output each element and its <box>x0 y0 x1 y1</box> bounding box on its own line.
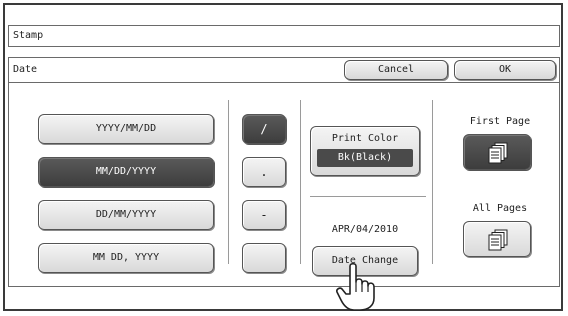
cancel-button[interactable]: Cancel <box>344 60 448 80</box>
format-dd-mm-yyyy-button[interactable]: DD/MM/YYYY <box>38 200 214 230</box>
hand-pointer-icon <box>336 262 375 311</box>
divider <box>300 100 301 264</box>
divider <box>310 196 426 197</box>
format-mm-dd-yyyy-button[interactable]: MM/DD/YYYY <box>38 157 214 187</box>
divider <box>432 100 433 264</box>
separator-slash-button[interactable]: / <box>242 114 286 144</box>
all-pages-button[interactable] <box>463 221 531 257</box>
first-page-button[interactable] <box>463 134 531 170</box>
separator-dot-button[interactable]: . <box>242 157 286 187</box>
divider <box>228 100 229 264</box>
format-yyyy-mm-dd-button[interactable]: YYYY/MM/DD <box>38 114 214 144</box>
pages-stack-icon <box>488 142 508 164</box>
print-color-label: Print Color <box>331 133 399 144</box>
current-date-value: APR/04/2010 <box>331 224 399 235</box>
ok-button[interactable]: OK <box>454 60 556 80</box>
all-pages-label: All Pages <box>472 203 528 214</box>
separator-space-button[interactable] <box>242 243 286 273</box>
pages-stack-icon <box>488 229 508 251</box>
first-page-label: First Page <box>469 116 531 127</box>
format-mm-dd-comma-yyyy-button[interactable]: MM DD, YYYY <box>38 243 214 273</box>
window-title: Stamp <box>8 25 560 47</box>
print-color-value: Bk(Black) <box>317 149 413 167</box>
print-color-button[interactable]: Print Color Bk(Black) <box>310 126 420 176</box>
separator-dash-button[interactable]: - <box>242 200 286 230</box>
